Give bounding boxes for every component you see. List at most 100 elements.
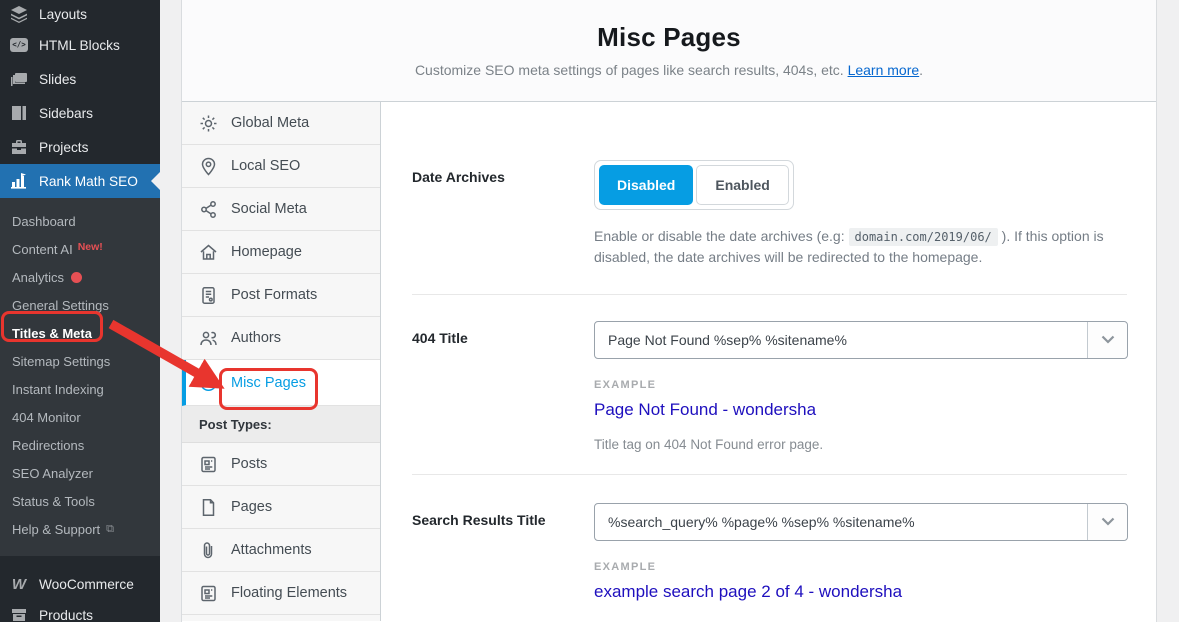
document-icon [199,286,218,305]
location-pin-icon [199,157,218,176]
submenu-item-instant-indexing[interactable]: Instant Indexing [0,375,160,403]
wp-admin-sidebar: Layouts </> HTML Blocks Slides Sidebars … [0,0,160,622]
search-results-title-label: Search Results Title [412,503,594,621]
sidebar-item-woocommerce[interactable]: W WooCommerce [0,570,160,598]
sidebar-item-label: Slides [39,72,76,87]
section-divider [412,474,1127,475]
submenu-item-sitemap-settings[interactable]: Sitemap Settings [0,347,160,375]
title-404-label: 404 Title [412,321,594,452]
submenu-item-seo-analyzer[interactable]: SEO Analyzer [0,459,160,487]
tab-label: Pages [231,499,272,515]
post-types-section-header: Post Types: [182,406,380,443]
page-title: Misc Pages [182,22,1156,53]
rank-math-settings-panel: Misc Pages Customize SEO meta settings o… [181,0,1157,622]
sidebar-item-html-blocks[interactable]: </> HTML Blocks [0,28,160,62]
users-icon [199,329,218,348]
title-404-help: Title tag on 404 Not Found error page. [594,437,1128,452]
url-code-snippet: domain.com/2019/06/ [849,228,998,246]
tab-label: Attachments [231,542,312,558]
disabled-toggle-button[interactable]: Disabled [599,165,693,205]
submenu-item-404-monitor[interactable]: 404 Monitor [0,403,160,431]
enabled-toggle-button[interactable]: Enabled [696,165,788,205]
submenu-item-status-tools[interactable]: Status & Tools [0,487,160,515]
learn-more-link[interactable]: Learn more [848,62,920,78]
tab-social-meta[interactable]: Social Meta [182,188,380,231]
tab-label: Authors [231,330,281,346]
submenu-item-help-support[interactable]: Help & Support⧉ [0,515,160,543]
tab-misc-pages[interactable]: Misc Pages [182,360,380,406]
title-404-row: 404 Title Page Not Found %sep% %sitename… [412,321,1127,452]
content-area: Misc Pages Customize SEO meta settings o… [160,0,1179,622]
chevron-down-icon[interactable] [1087,504,1127,540]
sidebar-item-layouts[interactable]: Layouts [0,0,160,28]
sidebar-item-label: Rank Math SEO [39,174,138,189]
date-archives-toggle: Disabled Enabled [594,160,794,210]
post-icon [199,584,218,603]
section-divider [412,294,1127,295]
sidebar-item-label: Projects [39,140,88,155]
share-icon [199,200,218,219]
list-circle-icon [199,373,218,392]
page-icon [199,498,218,517]
search-results-example: example search page 2 of 4 - wondersha [594,582,1128,602]
woocommerce-icon: W [9,574,29,594]
tab-authors[interactable]: Authors [182,317,380,360]
page-subtitle: Customize SEO meta settings of pages lik… [182,62,1156,78]
sidebar-item-slides[interactable]: Slides [0,62,160,96]
sidebar-item-label: Products [39,608,93,622]
briefcase-icon [9,137,29,157]
tab-homepage[interactable]: Homepage [182,231,380,274]
tab-posts[interactable]: Posts [182,443,380,486]
tab-floating-elements[interactable]: Floating Elements [182,572,380,615]
submenu-item-content-ai[interactable]: Content AINew! [0,235,160,263]
tab-label: Post Formats [231,287,317,303]
sidebar-item-label: HTML Blocks [39,38,120,53]
sidebar-item-products[interactable]: Products [0,598,160,622]
paperclip-icon [199,541,218,560]
sidebar-bottom-group: W WooCommerce Products [0,570,160,622]
sidebar-item-label: WooCommerce [39,577,134,592]
title-404-input[interactable]: Page Not Found %sep% %sitename% [594,321,1128,359]
tab-local-seo[interactable]: Local SEO [182,145,380,188]
sidebar-item-label: Sidebars [39,106,93,121]
new-badge: New! [78,241,103,257]
tab-global-meta[interactable]: Global Meta [182,102,380,145]
tab-label: Posts [231,456,267,472]
sidebar-item-sidebars[interactable]: Sidebars [0,96,160,130]
search-results-help: Title tag on search results page. [594,619,1128,621]
home-icon [199,243,218,262]
products-icon [9,605,29,622]
settings-header: Misc Pages Customize SEO meta settings o… [182,0,1156,102]
tab-pages[interactable]: Pages [182,486,380,529]
search-results-title-input[interactable]: %search_query% %page% %sep% %sitename% [594,503,1128,541]
sidebar-item-rank-math-seo[interactable]: Rank Math SEO [0,164,160,198]
tab-label: Social Meta [231,201,307,217]
sidebars-icon [9,103,29,123]
submenu-item-general-settings[interactable]: General Settings [0,291,160,319]
tab-label: Floating Elements [231,585,347,601]
gear-icon [199,114,218,133]
submenu-item-redirections[interactable]: Redirections [0,431,160,459]
tab-post-formats[interactable]: Post Formats [182,274,380,317]
date-archives-row: Date Archives Disabled Enabled Enable or… [412,160,1127,269]
slides-icon [9,69,29,89]
tab-label: Local SEO [231,158,300,174]
rank-math-icon [9,171,29,191]
tab-attachments[interactable]: Attachments [182,529,380,572]
date-archives-description: Enable or disable the date archives (e.g… [594,226,1106,269]
tab-label: Global Meta [231,115,309,131]
tab-label: Misc Pages [231,375,306,391]
submenu-item-titles-meta[interactable]: Titles & Meta [0,319,160,347]
chevron-down-icon[interactable] [1087,322,1127,358]
external-link-icon: ⧉ [106,523,114,536]
submenu-item-dashboard[interactable]: Dashboard [0,207,160,235]
sidebar-item-projects[interactable]: Projects [0,130,160,164]
submenu-item-analytics[interactable]: Analytics [0,263,160,291]
example-label: EXAMPLE [594,379,1128,391]
notification-dot [71,272,82,283]
title-404-value: Page Not Found %sep% %sitename% [595,332,1087,348]
date-archives-label: Date Archives [412,160,594,269]
layers-icon [9,4,29,24]
example-label: EXAMPLE [594,561,1128,573]
code-icon: </> [9,35,29,55]
